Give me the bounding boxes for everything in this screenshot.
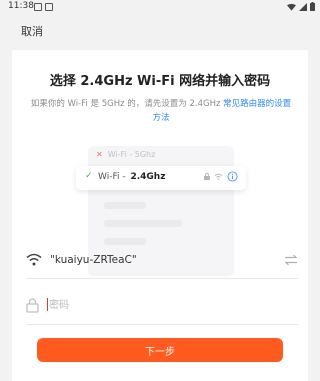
content-card: 选择 2.4GHz Wi-Fi 网络并输入密码 如果你的 Wi-Fi 是 5GH…: [12, 50, 308, 381]
wifi-small-icon: [214, 173, 223, 180]
cross-icon: ✕: [96, 150, 103, 159]
wifi-signal-icon: [287, 3, 296, 11]
status-time: 11:38: [8, 1, 34, 11]
password-input[interactable]: [49, 296, 289, 314]
status-icons: [287, 2, 315, 11]
password-row: [26, 290, 298, 325]
cancel-button[interactable]: 取消: [21, 23, 43, 39]
switch-network-icon[interactable]: [284, 254, 298, 266]
bad-network-name: Wi-Fi -: [107, 150, 135, 159]
lock-small-icon: [204, 173, 210, 180]
text-cursor: [47, 298, 48, 311]
good-network-icons: [204, 171, 238, 182]
next-button[interactable]: 下一步: [37, 338, 283, 362]
notification-icon: [45, 3, 53, 11]
notification-icon: [34, 3, 42, 11]
cell-signal-icon: [299, 2, 307, 11]
battery-icon: [310, 2, 315, 11]
good-network-row: ✓ Wi-Fi - 2.4Ghz: [76, 166, 246, 190]
check-icon: ✓: [85, 171, 93, 181]
page-title: 选择 2.4GHz Wi-Fi 网络并输入密码: [49, 74, 271, 89]
subtitle-text: 如果你的 Wi-Fi 是 5GHz 的，请先设置为 2.4GHz: [30, 99, 224, 109]
good-network-label: Wi-Fi - 2.4Ghz: [98, 172, 165, 182]
page-subtitle: 如果你的 Wi-Fi 是 5GHz 的，请先设置为 2.4GHz 常见路由器的设…: [28, 97, 294, 125]
good-network-name: Wi-Fi -: [98, 172, 129, 182]
bad-network-row: ✕ Wi-Fi - 5Ghz: [96, 150, 155, 159]
top-bar: 取消: [0, 14, 320, 46]
info-icon: [227, 171, 238, 182]
lock-icon: [26, 298, 39, 313]
bad-network-band: 5Ghz: [134, 150, 156, 159]
wifi-icon: [26, 253, 42, 266]
status-bar: 11:38: [0, 0, 320, 14]
good-network-band: 2.4Ghz: [130, 172, 166, 182]
notification-icons: [34, 3, 53, 11]
ssid-value: "kuaiyu-ZRTeaC": [50, 254, 137, 266]
ssid-row: "kuaiyu-ZRTeaC": [26, 244, 298, 279]
placeholder-bar: [104, 220, 182, 227]
placeholder-bar: [104, 202, 146, 209]
